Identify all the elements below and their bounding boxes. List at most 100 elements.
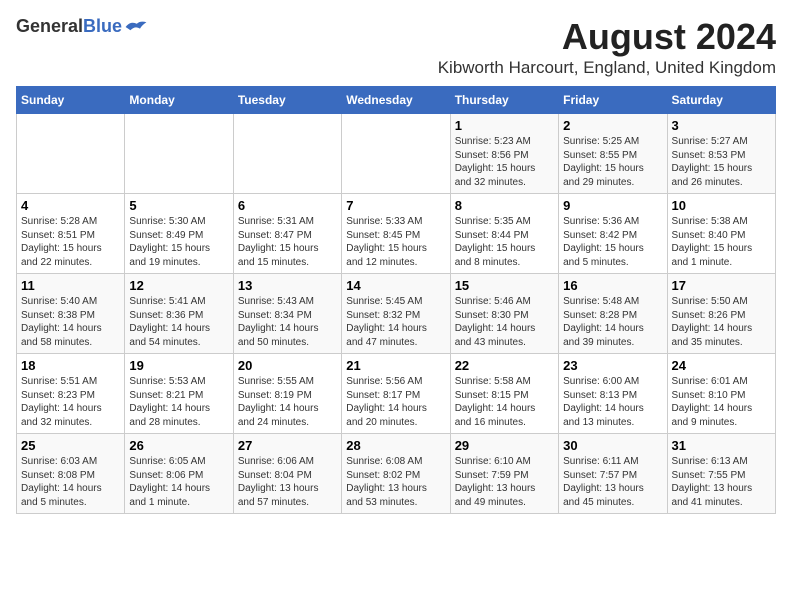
calendar-cell: 28Sunrise: 6:08 AM Sunset: 8:02 PM Dayli… <box>342 434 450 514</box>
calendar-cell: 30 Sunrise: 6:11 AM Sunset: 7:57 PM Dayli… <box>559 434 667 514</box>
day-detail: Sunrise: 5:51 AM Sunset: 8:23 PM Dayligh… <box>21 375 120 429</box>
title-section: August 2024 Kibworth Harcourt, England, … <box>438 16 776 78</box>
calendar-cell: 16 Sunrise: 5:48 AM Sunset: 8:28 PM Dayli… <box>559 274 667 354</box>
calendar-cell: 27 Sunrise: 6:06 AM Sunset: 8:04 PM Dayli… <box>233 434 341 514</box>
day-detail: Sunrise: 6:13 AM Sunset: 7:55 PM Dayligh… <box>672 455 771 509</box>
day-number: 4 <box>21 198 120 213</box>
day-number: 31 <box>672 438 771 453</box>
day-number: 2 <box>563 118 662 133</box>
day-detail: Sunrise: 5:27 AM Sunset: 8:53 PM Dayligh… <box>672 135 771 189</box>
calendar-cell <box>342 114 450 194</box>
day-detail: Sunrise: 6:01 AM Sunset: 8:10 PM Dayligh… <box>672 375 771 429</box>
day-number: 16 <box>563 278 662 293</box>
day-number: 12 <box>129 278 228 293</box>
day-number: 14 <box>346 278 445 293</box>
calendar-subtitle: Kibworth Harcourt, England, United Kingd… <box>438 58 776 78</box>
day-detail: Sunrise: 5:28 AM Sunset: 8:51 PM Dayligh… <box>21 215 120 269</box>
day-number: 29 <box>455 438 554 453</box>
calendar-cell: 31 Sunrise: 6:13 AM Sunset: 7:55 PM Dayli… <box>667 434 775 514</box>
day-detail: Sunrise: 5:46 AM Sunset: 8:30 PM Dayligh… <box>455 295 554 349</box>
day-number: 19 <box>129 358 228 373</box>
week-row-3: 11Sunrise: 5:40 AM Sunset: 8:38 PM Dayli… <box>17 274 776 354</box>
day-detail: Sunrise: 6:10 AM Sunset: 7:59 PM Dayligh… <box>455 455 554 509</box>
logo-blue-text: Blue <box>83 16 122 36</box>
day-detail: Sunrise: 5:48 AM Sunset: 8:28 PM Dayligh… <box>563 295 662 349</box>
calendar-cell: 17Sunrise: 5:50 AM Sunset: 8:26 PM Dayli… <box>667 274 775 354</box>
week-row-1: 1 Sunrise: 5:23 AM Sunset: 8:56 PM Daylig… <box>17 114 776 194</box>
column-header-thursday: Thursday <box>450 87 558 114</box>
day-number: 11 <box>21 278 120 293</box>
week-row-2: 4 Sunrise: 5:28 AM Sunset: 8:51 PM Daylig… <box>17 194 776 274</box>
day-detail: Sunrise: 5:45 AM Sunset: 8:32 PM Dayligh… <box>346 295 445 349</box>
day-detail: Sunrise: 6:05 AM Sunset: 8:06 PM Dayligh… <box>129 455 228 509</box>
day-number: 5 <box>129 198 228 213</box>
header-row: SundayMondayTuesdayWednesdayThursdayFrid… <box>17 87 776 114</box>
day-number: 28 <box>346 438 445 453</box>
calendar-title: August 2024 <box>438 16 776 58</box>
day-detail: Sunrise: 5:31 AM Sunset: 8:47 PM Dayligh… <box>238 215 337 269</box>
calendar-cell: 19 Sunrise: 5:53 AM Sunset: 8:21 PM Dayli… <box>125 354 233 434</box>
calendar-cell: 5Sunrise: 5:30 AM Sunset: 8:49 PM Daylig… <box>125 194 233 274</box>
day-detail: Sunrise: 6:00 AM Sunset: 8:13 PM Dayligh… <box>563 375 662 429</box>
day-detail: Sunrise: 6:11 AM Sunset: 7:57 PM Dayligh… <box>563 455 662 509</box>
day-number: 30 <box>563 438 662 453</box>
calendar-cell: 20 Sunrise: 5:55 AM Sunset: 8:19 PM Dayli… <box>233 354 341 434</box>
day-detail: Sunrise: 5:43 AM Sunset: 8:34 PM Dayligh… <box>238 295 337 349</box>
day-detail: Sunrise: 5:53 AM Sunset: 8:21 PM Dayligh… <box>129 375 228 429</box>
calendar-cell: 15 Sunrise: 5:46 AM Sunset: 8:30 PM Dayli… <box>450 274 558 354</box>
calendar-cell: 25 Sunrise: 6:03 AM Sunset: 8:08 PM Dayli… <box>17 434 125 514</box>
day-number: 1 <box>455 118 554 133</box>
calendar-cell: 22 Sunrise: 5:58 AM Sunset: 8:15 PM Dayli… <box>450 354 558 434</box>
logo-bird-icon <box>124 18 148 36</box>
calendar-cell: 13Sunrise: 5:43 AM Sunset: 8:34 PM Dayli… <box>233 274 341 354</box>
day-detail: Sunrise: 6:03 AM Sunset: 8:08 PM Dayligh… <box>21 455 120 509</box>
day-number: 6 <box>238 198 337 213</box>
day-detail: Sunrise: 6:06 AM Sunset: 8:04 PM Dayligh… <box>238 455 337 509</box>
calendar-cell: 21Sunrise: 5:56 AM Sunset: 8:17 PM Dayli… <box>342 354 450 434</box>
day-detail: Sunrise: 5:35 AM Sunset: 8:44 PM Dayligh… <box>455 215 554 269</box>
logo: GeneralBlue <box>16 16 148 37</box>
day-number: 22 <box>455 358 554 373</box>
calendar-cell: 23 Sunrise: 6:00 AM Sunset: 8:13 PM Dayli… <box>559 354 667 434</box>
calendar-cell: 18 Sunrise: 5:51 AM Sunset: 8:23 PM Dayli… <box>17 354 125 434</box>
day-number: 9 <box>563 198 662 213</box>
column-header-monday: Monday <box>125 87 233 114</box>
day-number: 3 <box>672 118 771 133</box>
day-number: 23 <box>563 358 662 373</box>
day-number: 26 <box>129 438 228 453</box>
day-detail: Sunrise: 5:23 AM Sunset: 8:56 PM Dayligh… <box>455 135 554 189</box>
calendar-cell: 1 Sunrise: 5:23 AM Sunset: 8:56 PM Daylig… <box>450 114 558 194</box>
calendar-cell <box>125 114 233 194</box>
week-row-4: 18 Sunrise: 5:51 AM Sunset: 8:23 PM Dayli… <box>17 354 776 434</box>
day-detail: Sunrise: 5:58 AM Sunset: 8:15 PM Dayligh… <box>455 375 554 429</box>
calendar-cell: 8Sunrise: 5:35 AM Sunset: 8:44 PM Daylig… <box>450 194 558 274</box>
day-number: 21 <box>346 358 445 373</box>
calendar-cell: 4 Sunrise: 5:28 AM Sunset: 8:51 PM Daylig… <box>17 194 125 274</box>
calendar-table: SundayMondayTuesdayWednesdayThursdayFrid… <box>16 86 776 514</box>
day-number: 27 <box>238 438 337 453</box>
day-number: 18 <box>21 358 120 373</box>
day-detail: Sunrise: 5:55 AM Sunset: 8:19 PM Dayligh… <box>238 375 337 429</box>
calendar-cell: 7Sunrise: 5:33 AM Sunset: 8:45 PM Daylig… <box>342 194 450 274</box>
calendar-cell: 29 Sunrise: 6:10 AM Sunset: 7:59 PM Dayli… <box>450 434 558 514</box>
day-detail: Sunrise: 5:38 AM Sunset: 8:40 PM Dayligh… <box>672 215 771 269</box>
calendar-cell: 3 Sunrise: 5:27 AM Sunset: 8:53 PM Daylig… <box>667 114 775 194</box>
day-number: 15 <box>455 278 554 293</box>
column-header-sunday: Sunday <box>17 87 125 114</box>
day-number: 20 <box>238 358 337 373</box>
calendar-cell: 24 Sunrise: 6:01 AM Sunset: 8:10 PM Dayli… <box>667 354 775 434</box>
day-number: 7 <box>346 198 445 213</box>
calendar-cell <box>17 114 125 194</box>
day-number: 17 <box>672 278 771 293</box>
day-number: 10 <box>672 198 771 213</box>
calendar-cell <box>233 114 341 194</box>
day-detail: Sunrise: 5:41 AM Sunset: 8:36 PM Dayligh… <box>129 295 228 349</box>
header: GeneralBlue August 2024 Kibworth Harcour… <box>16 16 776 78</box>
calendar-cell: 6 Sunrise: 5:31 AM Sunset: 8:47 PM Daylig… <box>233 194 341 274</box>
day-number: 25 <box>21 438 120 453</box>
day-detail: Sunrise: 5:25 AM Sunset: 8:55 PM Dayligh… <box>563 135 662 189</box>
calendar-cell: 9Sunrise: 5:36 AM Sunset: 8:42 PM Daylig… <box>559 194 667 274</box>
day-number: 24 <box>672 358 771 373</box>
calendar-cell: 2 Sunrise: 5:25 AM Sunset: 8:55 PM Daylig… <box>559 114 667 194</box>
column-header-tuesday: Tuesday <box>233 87 341 114</box>
